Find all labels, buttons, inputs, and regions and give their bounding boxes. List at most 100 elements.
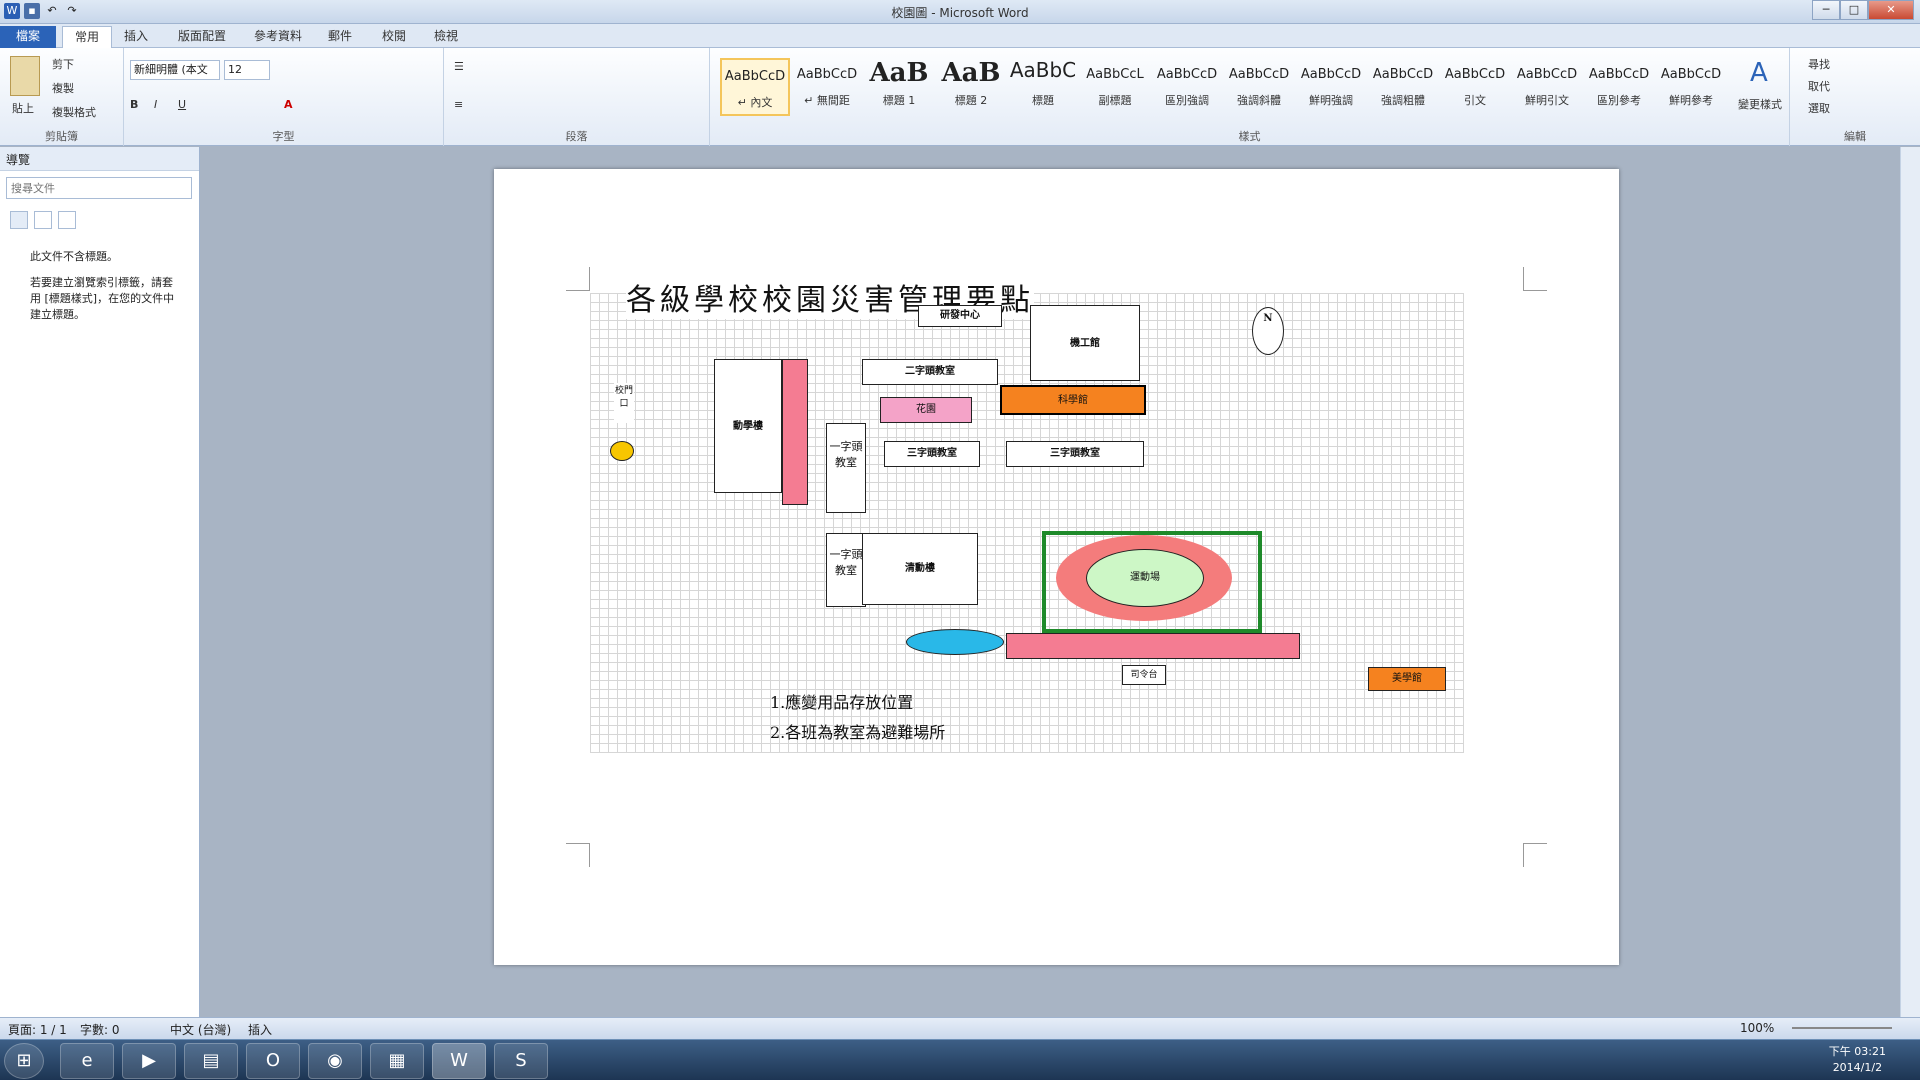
style-item[interactable]: AaBbCcD ↵ 無間距: [792, 58, 862, 116]
replace-button[interactable]: 取代: [1808, 78, 1830, 94]
change-styles-button[interactable]: 變更樣式: [1738, 96, 1782, 112]
style-item[interactable]: AaBbCcD 鮮明引文: [1512, 58, 1582, 116]
language[interactable]: 中文 (台灣): [170, 1021, 231, 1038]
red-brick-road: [782, 359, 808, 505]
editing-group: 尋找 取代 選取 編輯: [1790, 48, 1920, 146]
insert-mode[interactable]: 插入: [248, 1021, 272, 1038]
page-count[interactable]: 頁面: 1 / 1: [8, 1021, 67, 1038]
chrome-icon[interactable]: ◉: [308, 1043, 362, 1079]
style-item[interactable]: AaBbCcD 強調粗體: [1368, 58, 1438, 116]
style-item[interactable]: AaBbCcD 區別參考: [1584, 58, 1654, 116]
font-color-button[interactable]: A: [284, 98, 293, 111]
style-item[interactable]: AaBbC 標題: [1008, 58, 1078, 116]
nav-search-input[interactable]: [6, 177, 192, 199]
nav-view-tabs: [10, 211, 189, 229]
paragraph-group: ☰ ≡ 段落: [444, 48, 710, 146]
playground: 運動場: [1086, 549, 1204, 607]
style-item[interactable]: AaB 標題 1: [864, 58, 934, 116]
nav-results-tab[interactable]: [58, 211, 76, 229]
style-sample: AaBbCcD: [1372, 67, 1434, 82]
zoom-slider[interactable]: [1792, 1027, 1892, 1029]
tab-review[interactable]: 校閱: [370, 26, 418, 48]
style-item[interactable]: AaBbCcD 強調斜體: [1224, 58, 1294, 116]
underline-button[interactable]: U: [178, 98, 186, 111]
qinxun-building: 清勳樓: [862, 533, 978, 605]
style-name: 引文: [1464, 94, 1486, 107]
style-name: 標題: [1032, 94, 1054, 107]
outlook-icon[interactable]: O: [246, 1043, 300, 1079]
word-count[interactable]: 字數: 0: [80, 1021, 120, 1038]
style-sample: AaBbCcD: [1300, 67, 1362, 82]
tab-home[interactable]: 常用: [62, 26, 113, 48]
ribbon: 貼上 剪下 複製 複製格式 剪貼簿 新細明體 (本文 12 B I U A 字型…: [0, 48, 1920, 146]
tab-file[interactable]: 檔案: [0, 26, 56, 48]
style-name: 標題 2: [954, 94, 988, 107]
format-painter-button[interactable]: 複製格式: [52, 104, 96, 120]
style-name: 副標題: [1098, 94, 1132, 107]
nav-title: 導覽: [0, 147, 199, 171]
status-bar: 頁面: 1 / 1 字數: 0 中文 (台灣) 插入 100%: [0, 1017, 1920, 1039]
style-item[interactable]: AaBbCcD 鮮明參考: [1656, 58, 1726, 116]
font-name-select[interactable]: 新細明體 (本文: [130, 60, 220, 80]
bullets-icon[interactable]: ☰: [454, 60, 464, 73]
paragraph-label: 段落: [565, 130, 588, 143]
close-button[interactable]: ✕: [1868, 0, 1914, 20]
explorer-icon[interactable]: ▤: [184, 1043, 238, 1079]
paste-button[interactable]: 貼上: [12, 100, 34, 116]
minimize-button[interactable]: ─: [1812, 0, 1840, 20]
start-button[interactable]: ⊞: [4, 1043, 44, 1079]
cut-button[interactable]: 剪下: [52, 56, 74, 72]
nav-headings-tab[interactable]: [10, 211, 28, 229]
find-button[interactable]: 尋找: [1808, 56, 1830, 72]
maximize-button[interactable]: □: [1840, 0, 1868, 20]
sports-building: 動學樓: [714, 359, 782, 493]
tab-view[interactable]: 檢視: [422, 26, 470, 48]
clock[interactable]: 下午 03:21 2014/1/2: [1829, 1044, 1886, 1076]
tab-layout[interactable]: 版面配置: [166, 26, 238, 48]
style-name: 區別參考: [1597, 94, 1641, 107]
zoom-level[interactable]: 100%: [1740, 1021, 1774, 1035]
vertical-scrollbar[interactable]: [1900, 147, 1920, 1017]
bold-button[interactable]: B: [130, 98, 138, 111]
gate-label: 校門口: [614, 383, 634, 423]
tab-references[interactable]: 參考資料: [242, 26, 314, 48]
nav-pages-tab[interactable]: [34, 211, 52, 229]
tab-mailings[interactable]: 郵件: [316, 26, 364, 48]
style-item[interactable]: AaB 標題 2: [936, 58, 1006, 116]
notepad-icon[interactable]: ▦: [370, 1043, 424, 1079]
align-left-icon[interactable]: ≡: [454, 98, 463, 111]
paste-icon[interactable]: [10, 56, 40, 96]
note-1: 1.應變用品存放位置: [770, 693, 914, 712]
style-item[interactable]: AaBbCcD 鮮明強調: [1296, 58, 1366, 116]
style-item[interactable]: AaBbCcL 副標題: [1080, 58, 1150, 116]
crop-mark: [1523, 267, 1547, 291]
style-item[interactable]: AaBbCcD 引文: [1440, 58, 1510, 116]
clipboard-group: 貼上 剪下 複製 複製格式 剪貼簿: [0, 48, 124, 146]
skype-icon[interactable]: S: [494, 1043, 548, 1079]
media-player-icon[interactable]: ▶: [122, 1043, 176, 1079]
style-name: 鮮明引文: [1525, 94, 1569, 107]
font-label: 字型: [272, 130, 295, 143]
navigation-pane: 導覽 此文件不含標題。 若要建立瀏覽索引標籤，請套用 [標題樣式]，在您的文件中…: [0, 147, 200, 1017]
style-sample: AaB: [869, 58, 929, 88]
copy-button[interactable]: 複製: [52, 80, 74, 96]
style-name: ↵ 內文: [737, 96, 773, 109]
document-page[interactable]: 各級學校校園災害管理要點 研發中心 機工館 N 校門口 動學樓 二字頭教室 花園…: [494, 169, 1619, 965]
ie-icon[interactable]: e: [60, 1043, 114, 1079]
tab-insert[interactable]: 插入: [112, 26, 160, 48]
change-styles-icon[interactable]: A: [1750, 58, 1768, 88]
campus-map: 各級學校校園災害管理要點 研發中心 機工館 N 校門口 動學樓 二字頭教室 花園…: [590, 275, 1464, 753]
font-size-select[interactable]: 12: [224, 60, 270, 80]
style-item[interactable]: AaBbCcD 區別強調: [1152, 58, 1222, 116]
italic-button[interactable]: I: [154, 98, 157, 111]
style-sample: AaBbCcD: [1660, 67, 1722, 82]
style-sample: AaBbCcD: [1156, 67, 1218, 82]
style-item[interactable]: AaBbCcD ↵ 內文: [720, 58, 790, 116]
styles-label: 樣式: [1238, 130, 1261, 143]
word-taskbar-icon[interactable]: W: [432, 1043, 486, 1079]
crop-mark: [566, 267, 590, 291]
style-sample: AaBbCcD: [796, 67, 858, 82]
select-button[interactable]: 選取: [1808, 100, 1830, 116]
date: 2014/1/2: [1832, 1061, 1883, 1074]
one-digit-classroom-2: 一字頭教室: [826, 533, 866, 607]
